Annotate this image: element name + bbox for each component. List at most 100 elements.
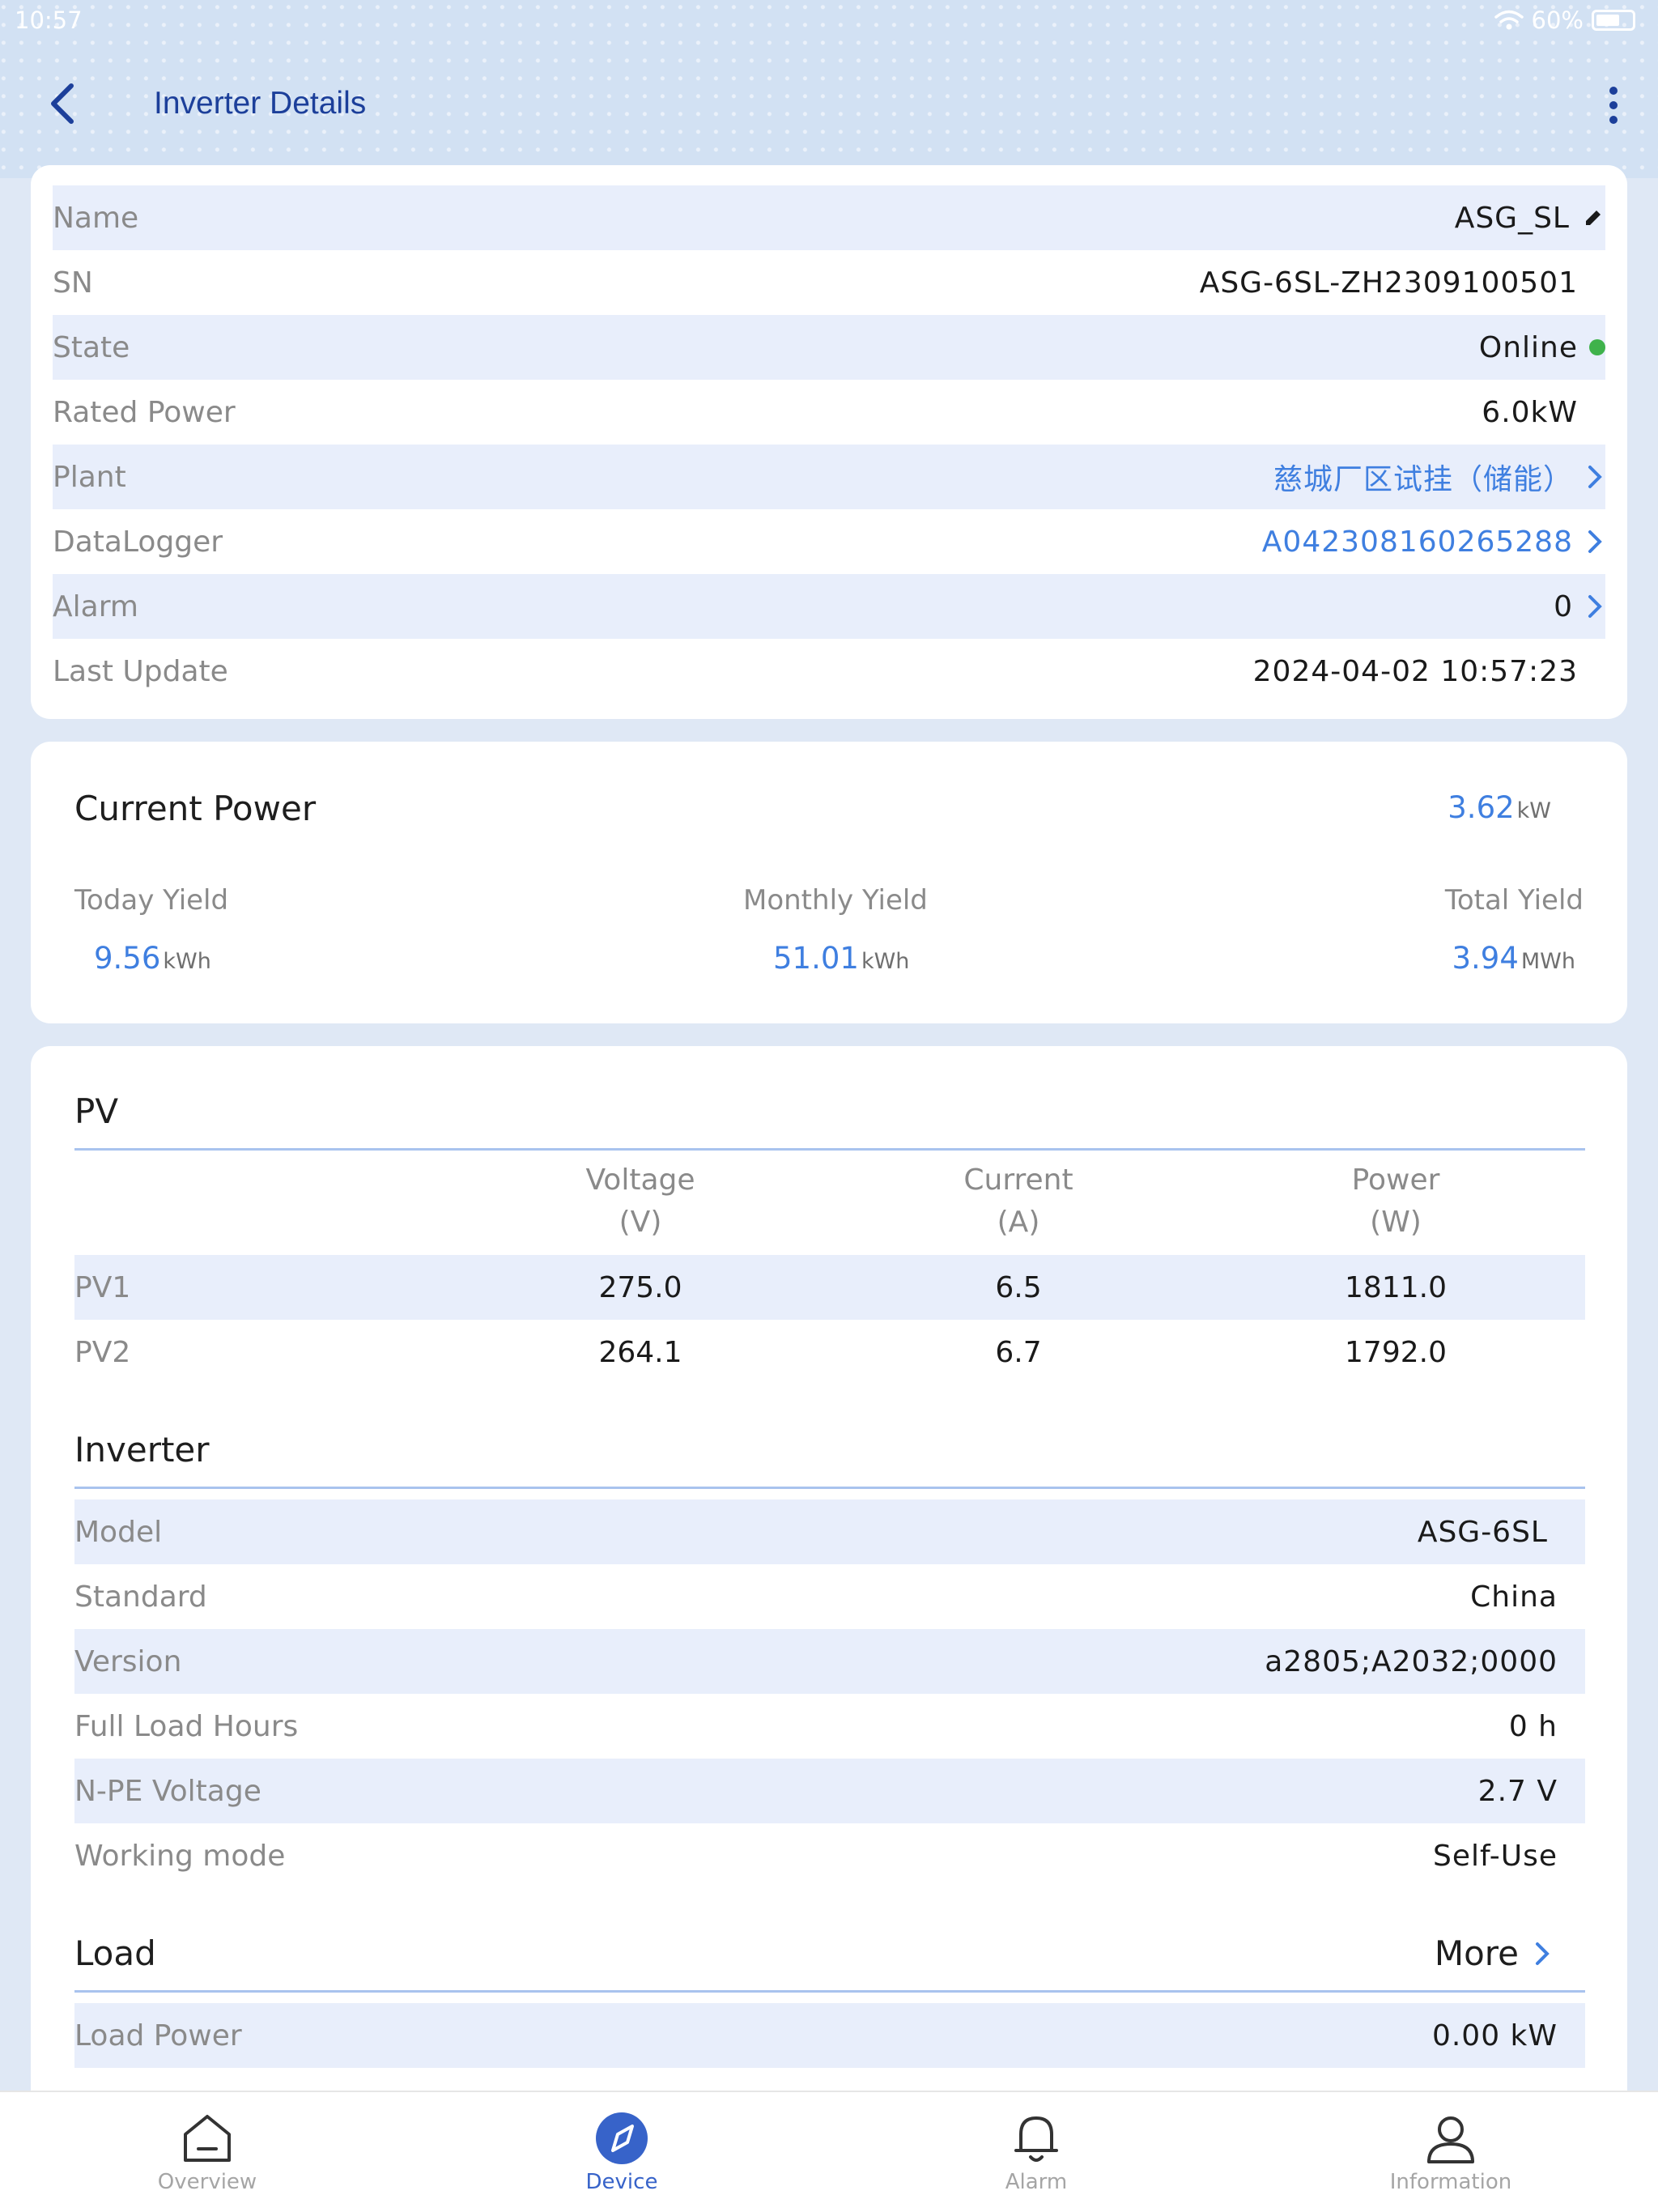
model-value: ASG-6SL [1417,1515,1548,1549]
load-more-label: More [1434,1933,1519,1973]
status-bar: 10:57 60% [0,0,1658,45]
state-row: State Online [53,315,1605,380]
pv1-power: 1811.0 [1345,1271,1447,1304]
power-header-unit: (W) [1370,1206,1422,1239]
name-label: Name [53,201,139,235]
pv1-name: PV1 [74,1271,131,1304]
tab-information-label: Information [1389,2170,1512,2194]
plant-label: Plant [53,460,126,494]
n-pe-voltage-row: N-PE Voltage 2.7 V [74,1759,1585,1823]
page-title: Inverter Details [154,86,367,121]
current-power-value: 3.62 kW [1448,790,1551,825]
working-mode-value: Self-Use [1433,1839,1558,1873]
plant-link[interactable]: 慈城厂区试挂（储能） [1273,456,1573,498]
current-header-unit: (A) [997,1206,1040,1239]
pv1-current: 6.5 [995,1271,1042,1304]
navigation-bar: Inverter Details [0,71,1658,136]
chevron-right-icon [1588,530,1602,553]
alarm-row[interactable]: Alarm 0 [53,574,1605,639]
total-yield-unit: MWh [1520,949,1575,974]
pv-section-divider [74,1148,1585,1151]
back-arrow-icon[interactable] [40,79,89,128]
compass-icon [596,2112,648,2164]
status-time: 10:57 [15,6,83,34]
current-power-number: 3.62 [1448,790,1515,825]
load-section-title: Load [74,1933,156,1973]
status-right: 60% [1494,6,1635,34]
tab-overview-label: Overview [157,2170,257,2194]
datalogger-link[interactable]: A042308160265288 [1262,525,1573,559]
current-header-label: Current [963,1163,1073,1197]
alarm-value-group: 0 [1554,590,1605,623]
full-load-hours-label: Full Load Hours [74,1709,299,1743]
battery-percent: 60% [1531,6,1584,34]
monthly-yield-value: 51.01 kWh [773,941,909,976]
bottom-tab-bar: Overview Device Alarm Information [0,2091,1658,2212]
datalogger-value-group: A042308160265288 [1262,525,1605,559]
model-row: Model ASG-6SL [74,1499,1585,1564]
n-pe-voltage-label: N-PE Voltage [74,1774,261,1808]
today-yield-value: 9.56 kWh [94,941,211,976]
power-card: Current Power 3.62 kW Today Yield 9.56 kWh… [31,742,1627,1023]
sn-row: SN ASG-6SL-ZH2309100501 [53,250,1605,315]
today-yield-number: 9.56 [94,941,161,976]
edit-pencil-icon[interactable] [1581,206,1605,230]
pv-header-voltage: Voltage (V) [519,1159,762,1244]
state-value-group: Online [1479,331,1605,364]
person-icon [1427,2116,1474,2163]
full-load-hours-value: 0 h [1508,1709,1558,1743]
rated-power-row: Rated Power 6.0kW [53,380,1605,445]
voltage-header-unit: (V) [619,1206,662,1239]
plant-row[interactable]: Plant 慈城厂区试挂（储能） [53,445,1605,509]
pv2-current: 6.7 [995,1336,1042,1369]
table-row: PV2 264.1 6.7 1792.0 [74,1320,1585,1385]
pv-header-current: Current (A) [897,1159,1140,1244]
battery-icon [1592,10,1635,31]
standard-value: China [1470,1580,1558,1614]
version-row: Version a2805;A2032;0000 [74,1629,1585,1694]
standard-row: Standard China [74,1564,1585,1629]
tab-alarm[interactable]: Alarm [955,2110,1117,2194]
wifi-icon [1494,10,1524,30]
datalogger-row[interactable]: DataLogger A042308160265288 [53,509,1605,574]
pv-header-power: Power (W) [1274,1159,1517,1244]
name-row[interactable]: Name ASG_SL [53,185,1605,250]
inverter-section-divider [74,1487,1585,1489]
load-power-row: Load Power 0.00 kW [74,2003,1585,2068]
version-label: Version [74,1644,182,1678]
more-options-icon[interactable] [1601,81,1626,130]
state-label: State [53,330,130,364]
alarm-label: Alarm [53,589,138,623]
n-pe-voltage-value: 2.7 V [1477,1774,1558,1808]
total-yield-label: Total Yield [1444,884,1584,917]
table-row: PV1 275.0 6.5 1811.0 [74,1255,1585,1320]
working-mode-label: Working mode [74,1839,286,1873]
working-mode-row: Working mode Self-Use [74,1823,1585,1888]
pv1-voltage: 275.0 [598,1271,682,1304]
load-power-value: 0.00 kW [1431,2018,1558,2052]
load-more-link[interactable]: More [1435,1933,1553,1973]
name-value: ASG_SL [1454,201,1570,235]
standard-label: Standard [74,1580,207,1614]
tab-information[interactable]: Information [1370,2110,1532,2194]
model-label: Model [74,1515,163,1549]
power-header-label: Power [1351,1163,1440,1197]
current-power-title: Current Power [74,789,317,828]
tab-alarm-label: Alarm [1005,2170,1068,2194]
tab-device-label: Device [585,2170,658,2194]
total-yield-number: 3.94 [1452,941,1519,976]
pv2-voltage: 264.1 [598,1336,682,1369]
pv2-power: 1792.0 [1345,1336,1447,1369]
voltage-header-label: Voltage [585,1163,695,1197]
tab-device[interactable]: Device [541,2110,703,2194]
datalogger-label: DataLogger [53,525,223,559]
sn-value: ASG-6SL-ZH2309100501 [1199,266,1578,300]
today-yield-label: Today Yield [74,884,229,917]
pv-section-title: PV [74,1091,119,1131]
bell-icon [1014,2116,1058,2162]
state-value: Online [1478,330,1578,364]
last-update-row: Last Update 2024-04-02 10:57:23 [53,639,1605,704]
online-status-dot [1589,339,1605,355]
tab-overview[interactable]: Overview [126,2110,288,2194]
total-yield-value: 3.94 MWh [1452,941,1576,976]
